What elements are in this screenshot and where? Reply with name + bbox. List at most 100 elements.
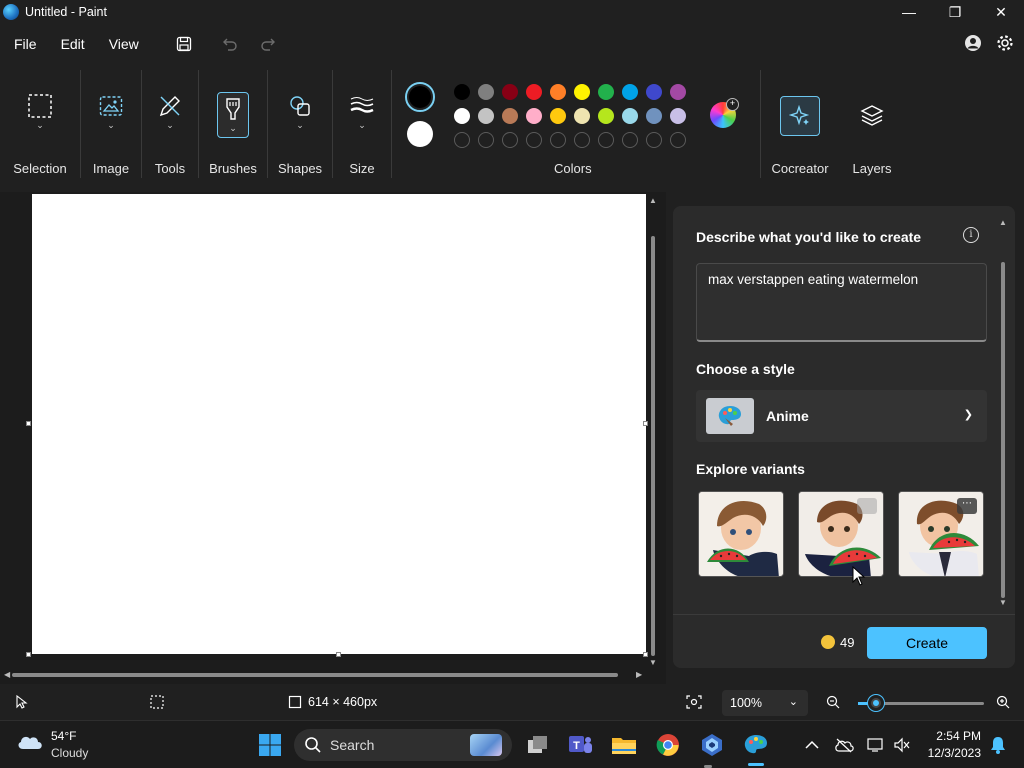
custom-color-slot[interactable] [478,132,494,148]
palette-color-swatch[interactable] [478,108,494,124]
scroll-left-icon[interactable]: ◀ [4,670,10,679]
resize-handle-left[interactable] [26,421,31,426]
cloud-weather-icon[interactable] [16,731,44,751]
close-button[interactable]: ✕ [978,0,1024,24]
more-options-icon[interactable]: ⋯ [957,498,977,514]
primary-color-swatch[interactable] [405,82,435,112]
taskbar-search[interactable]: Search [294,729,512,761]
palette-color-swatch[interactable] [550,108,566,124]
zoom-out-icon[interactable] [826,695,840,709]
account-icon[interactable] [964,34,982,55]
custom-color-slot[interactable] [526,132,542,148]
custom-color-slot[interactable] [502,132,518,148]
visual-studio-icon[interactable] [698,731,726,768]
task-view-icon[interactable] [524,731,552,759]
network-icon[interactable] [862,731,890,759]
scroll-up-icon[interactable]: ▲ [999,218,1007,227]
settings-gear-icon[interactable] [996,34,1014,55]
palette-color-swatch[interactable] [574,84,590,100]
clock-date[interactable]: 12/3/2023 [920,746,981,760]
custom-color-slot[interactable] [646,132,662,148]
brushes-group: ⌄ Brushes [199,66,267,186]
canvas-vertical-scrollbar[interactable]: ▲ ▼ [649,196,657,667]
volume-muted-icon[interactable] [888,731,916,759]
variant-image-1[interactable] [698,491,784,577]
custom-color-slot[interactable] [574,132,590,148]
notification-bell-icon[interactable] [984,731,1012,759]
paint-taskbar-icon[interactable] [742,731,770,759]
palette-color-swatch[interactable] [622,84,638,100]
tools-button[interactable]: ⌄ [152,94,188,140]
palette-color-swatch[interactable] [526,108,542,124]
edit-colors-icon[interactable] [710,98,739,128]
brushes-button[interactable]: ⌄ [215,92,251,138]
custom-color-slot[interactable] [670,132,686,148]
chrome-icon[interactable] [654,731,682,759]
zoom-dropdown[interactable]: 100% ⌄ [722,690,808,716]
file-explorer-icon[interactable] [610,731,638,759]
scroll-up-icon[interactable]: ▲ [649,196,657,205]
custom-color-slot[interactable] [598,132,614,148]
restore-button[interactable]: ❐ [932,0,978,24]
palette-color-swatch[interactable] [478,84,494,100]
show-hidden-icons-chevron-icon[interactable] [798,731,826,759]
style-heading: Choose a style [696,361,795,377]
zoom-in-icon[interactable] [996,695,1010,709]
palette-color-swatch[interactable] [454,84,470,100]
palette-color-swatch[interactable] [502,108,518,124]
secondary-color-swatch[interactable] [407,121,433,147]
palette-color-swatch[interactable] [502,84,518,100]
palette-color-swatch[interactable] [526,84,542,100]
scroll-down-icon[interactable]: ▼ [649,658,657,667]
scroll-right-icon[interactable]: ▶ [636,670,642,679]
redo-icon[interactable] [253,29,283,59]
search-label: Search [330,737,375,753]
windows-start-icon[interactable] [256,731,284,759]
variant-options-button[interactable] [857,498,877,514]
undo-icon[interactable] [215,29,245,59]
palette-color-swatch[interactable] [646,84,662,100]
palette-color-swatch[interactable] [550,84,566,100]
image-tool-button[interactable]: ⌄ [93,94,129,140]
info-icon[interactable]: i [963,227,979,243]
menu-edit[interactable]: Edit [49,28,97,60]
layers-button[interactable] [854,104,890,150]
teams-icon[interactable]: T [566,731,594,759]
shapes-button[interactable]: ⌄ [282,94,318,140]
resize-handle-bottom-left[interactable] [26,652,31,657]
fit-to-window-icon[interactable] [686,695,702,709]
style-dropdown[interactable]: Anime ❯ [696,390,987,442]
clock-time[interactable]: 2:54 PM [925,729,981,743]
onedrive-cloud-icon[interactable] [830,731,858,759]
size-button[interactable]: ⌄ [344,94,380,140]
drawing-canvas[interactable] [32,194,646,654]
save-icon[interactable] [169,29,199,59]
variant-image-2[interactable] [798,491,884,577]
resize-handle-bottom-right[interactable] [643,652,648,657]
prompt-textarea[interactable]: max verstappen eating watermelon [696,263,987,342]
cocreator-button[interactable] [780,96,820,136]
palette-color-swatch[interactable] [670,108,686,124]
create-button[interactable]: Create [867,627,987,659]
palette-color-swatch[interactable] [622,108,638,124]
resize-handle-bottom[interactable] [336,652,341,657]
menu-file[interactable]: File [2,28,49,60]
palette-color-swatch[interactable] [574,108,590,124]
variant-image-3[interactable]: ⋯ [898,491,984,577]
custom-color-slot[interactable] [454,132,470,148]
canvas-horizontal-scrollbar[interactable]: ◀ ▶ [4,670,644,679]
palette-color-swatch[interactable] [670,84,686,100]
palette-color-swatch[interactable] [598,108,614,124]
zoom-slider-thumb[interactable] [868,695,884,711]
custom-color-slot[interactable] [550,132,566,148]
menu-view[interactable]: View [97,28,151,60]
palette-color-swatch[interactable] [598,84,614,100]
palette-color-swatch[interactable] [454,108,470,124]
palette-color-swatch[interactable] [646,108,662,124]
resize-handle-right[interactable] [643,421,648,426]
selection-tool-button[interactable]: ⌄ [22,94,58,140]
scroll-down-icon[interactable]: ▼ [999,598,1007,607]
minimize-button[interactable]: — [886,0,932,24]
custom-color-slot[interactable] [622,132,638,148]
panel-scrollbar[interactable]: ▲ ▼ [999,218,1007,608]
